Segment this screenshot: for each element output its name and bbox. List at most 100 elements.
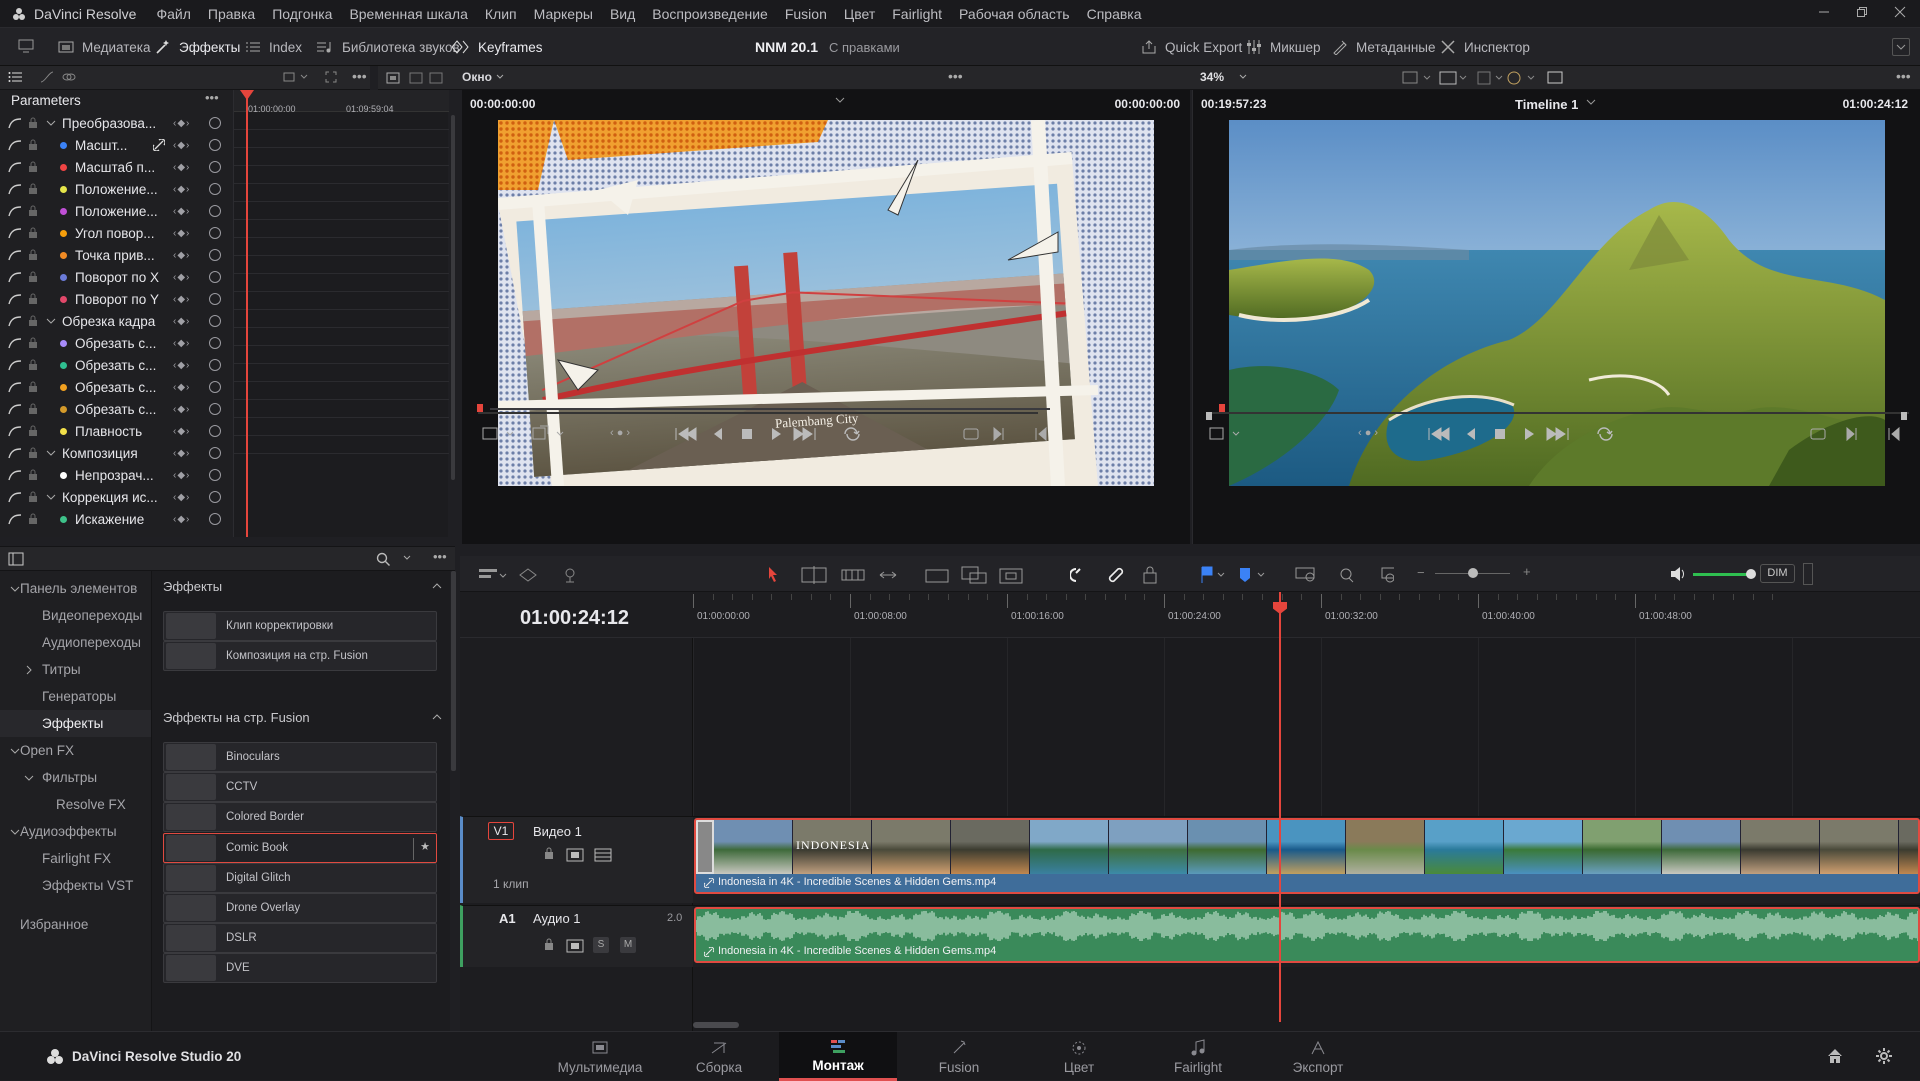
menu-item[interactable]: Рабочая область bbox=[959, 6, 1070, 22]
keyframe-nav-icon[interactable]: ‹◆› bbox=[173, 250, 190, 261]
lock-icon[interactable] bbox=[27, 293, 39, 305]
link-icon[interactable] bbox=[153, 139, 165, 151]
timeline-timecode[interactable]: 01:00:24:12 bbox=[520, 607, 629, 630]
parameter-row[interactable]: Непрозрач... ‹◆› bbox=[0, 464, 232, 486]
effect-tile[interactable]: Comic Book ★ bbox=[163, 832, 437, 863]
reset-icon[interactable] bbox=[209, 491, 221, 503]
snap-dropdown-icon[interactable] bbox=[283, 71, 311, 83]
library-tree-item[interactable]: Аудиопереходы bbox=[0, 629, 151, 656]
reset-icon[interactable] bbox=[209, 293, 221, 305]
chevron-up-icon[interactable] bbox=[431, 581, 443, 591]
mute-button[interactable]: M bbox=[620, 937, 636, 953]
viewer-tools-icons[interactable] bbox=[1400, 70, 1900, 86]
keyframe-nav-icon[interactable]: ‹◆› bbox=[173, 470, 190, 481]
keyframe-nav-icon[interactable]: ‹◆› bbox=[173, 492, 190, 503]
workspace-toggle-icon[interactable] bbox=[18, 39, 34, 53]
menu-item[interactable]: Fairlight bbox=[892, 6, 942, 22]
reset-icon[interactable] bbox=[209, 183, 221, 195]
curve-icon[interactable] bbox=[8, 161, 22, 173]
curve-icon[interactable] bbox=[8, 117, 22, 129]
parameter-row[interactable]: Обрезать с... ‹◆› bbox=[0, 332, 232, 354]
curve-icon[interactable] bbox=[8, 425, 22, 437]
effect-tile[interactable]: DSLR bbox=[163, 923, 437, 954]
fit-icon[interactable] bbox=[325, 71, 337, 83]
parameter-row[interactable]: Искажение ‹◆› bbox=[0, 508, 232, 530]
parameters-options-icon[interactable]: ••• bbox=[205, 90, 219, 105]
keyframes-playhead[interactable] bbox=[246, 90, 248, 537]
lock-icon[interactable] bbox=[27, 227, 39, 239]
keyframe-nav-icon[interactable]: ‹◆› bbox=[173, 360, 190, 371]
window-select[interactable]: Окно bbox=[462, 70, 492, 84]
curve-icon[interactable] bbox=[8, 227, 22, 239]
chevron-down-icon[interactable] bbox=[10, 746, 20, 756]
dim-button[interactable]: DIM bbox=[1760, 564, 1795, 583]
volume-slider[interactable] bbox=[1693, 573, 1753, 576]
chevron-down-icon[interactable] bbox=[402, 554, 412, 564]
flags-markers-icons[interactable] bbox=[1198, 565, 1288, 585]
inspector-button[interactable]: Инспектор bbox=[1440, 28, 1530, 66]
lock-icon[interactable] bbox=[27, 249, 39, 261]
lock-icon[interactable] bbox=[27, 183, 39, 195]
speaker-icon[interactable] bbox=[1670, 566, 1688, 582]
chevron-down-icon[interactable] bbox=[46, 118, 56, 128]
overlay-icon[interactable] bbox=[482, 426, 522, 442]
panel-collapse-button[interactable] bbox=[1892, 38, 1910, 56]
keyframe-nav-icon[interactable]: ‹◆› bbox=[173, 118, 190, 129]
page-tab-0[interactable]: Мультимедиа bbox=[541, 1032, 659, 1081]
lock-icon[interactable] bbox=[27, 403, 39, 415]
lock-icon[interactable] bbox=[27, 381, 39, 393]
parameter-row[interactable]: Обрезать с... ‹◆› bbox=[0, 398, 232, 420]
reset-icon[interactable] bbox=[209, 117, 221, 129]
effect-tile[interactable]: DVE bbox=[163, 953, 437, 984]
safe-area-icon[interactable] bbox=[1208, 426, 1248, 442]
library-tree-item[interactable]: Видеопереходы bbox=[0, 602, 151, 629]
chevron-down-icon[interactable] bbox=[46, 448, 56, 458]
keyframe-nav-icon[interactable]: ‹◆› bbox=[173, 228, 190, 239]
jog-control[interactable]: ‹ ● › bbox=[610, 427, 630, 439]
keyframe-nav-icon[interactable]: ‹◆› bbox=[173, 184, 190, 195]
effect-tile[interactable]: Colored Border bbox=[163, 802, 437, 833]
parameter-row[interactable]: Обрезать с... ‹◆› bbox=[0, 376, 232, 398]
page-tab-3[interactable]: Fusion bbox=[900, 1032, 1018, 1081]
library-tree-item[interactable]: Эффекты VST bbox=[0, 872, 151, 899]
track-name-a1[interactable]: Аудио 1 bbox=[533, 911, 581, 926]
lock-icon[interactable] bbox=[27, 117, 39, 129]
source-scrubber[interactable] bbox=[490, 408, 1050, 410]
page-tab-4[interactable]: Цвет bbox=[1020, 1032, 1138, 1081]
parameter-row[interactable]: Поворот по X ‹◆› bbox=[0, 266, 232, 288]
solo-button[interactable]: S bbox=[593, 937, 609, 953]
zoom-select[interactable]: 34% bbox=[1200, 70, 1224, 84]
lock-icon[interactable] bbox=[27, 359, 39, 371]
lock-icon[interactable] bbox=[27, 337, 39, 349]
menu-item[interactable]: Клип bbox=[485, 6, 517, 22]
curve-icon[interactable] bbox=[8, 293, 22, 305]
snapping-linking-icons[interactable] bbox=[1070, 565, 1170, 585]
library-options-icon[interactable]: ••• bbox=[433, 549, 447, 564]
mixer-button[interactable]: Микшер bbox=[1246, 28, 1321, 66]
curve-icon[interactable] bbox=[8, 469, 22, 481]
loop-icon[interactable] bbox=[842, 425, 862, 443]
minimize-icon[interactable] bbox=[1818, 6, 1830, 18]
track-controls-v1[interactable] bbox=[543, 847, 623, 863]
quick-export-button[interactable]: Quick Export bbox=[1141, 28, 1242, 66]
restore-icon[interactable] bbox=[1856, 6, 1868, 18]
reset-icon[interactable] bbox=[209, 205, 221, 217]
parameters-scrollbar[interactable] bbox=[451, 115, 455, 480]
chevron-down-icon[interactable] bbox=[1585, 98, 1597, 108]
timeline-name[interactable]: Timeline 1 bbox=[1515, 97, 1578, 112]
reset-icon[interactable] bbox=[209, 425, 221, 437]
index-button[interactable]: Index bbox=[245, 28, 302, 66]
curve-icon[interactable] bbox=[8, 381, 22, 393]
reset-icon[interactable] bbox=[209, 139, 221, 151]
match-frame-icon[interactable] bbox=[532, 425, 572, 443]
viewer-layout-icon[interactable] bbox=[386, 71, 446, 85]
curve-icon[interactable] bbox=[8, 183, 22, 195]
link-keyframes-icon[interactable] bbox=[62, 71, 76, 83]
menu-item[interactable]: Цвет bbox=[844, 6, 875, 22]
keyframe-nav-icon[interactable]: ‹◆› bbox=[173, 162, 190, 173]
lock-icon[interactable] bbox=[27, 315, 39, 327]
keyframe-nav-icon[interactable]: ‹◆› bbox=[173, 294, 190, 305]
section-fusion-effects-header[interactable]: Эффекты на стр. Fusion bbox=[163, 710, 443, 730]
reset-icon[interactable] bbox=[209, 249, 221, 261]
menu-item[interactable]: Подгонка bbox=[272, 6, 332, 22]
